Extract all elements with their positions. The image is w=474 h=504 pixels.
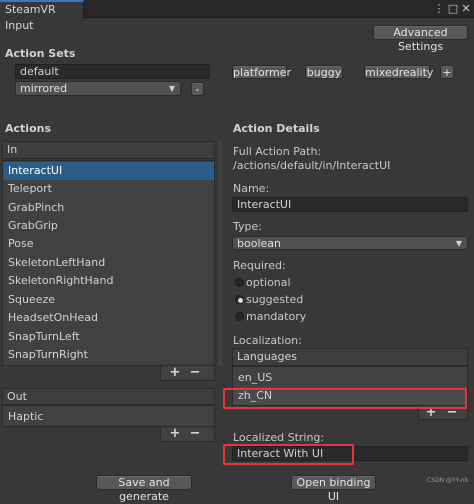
localization-label: Localization: (233, 334, 302, 347)
name-label: Name: (233, 182, 270, 195)
in-action-snapturnright[interactable]: SnapTurnRight (3, 346, 214, 364)
in-action-headsetonhead[interactable]: HeadsetOnHead (3, 309, 214, 327)
in-list-footer: + − (160, 366, 215, 381)
type-label: Type: (233, 220, 262, 233)
remove-action-set-button[interactable]: - (191, 82, 204, 96)
advanced-settings-button[interactable]: Advanced Settings (373, 25, 468, 53)
out-action-haptic[interactable]: Haptic (3, 408, 214, 426)
in-list-header: In (2, 141, 215, 159)
required-suggested-radio[interactable] (235, 295, 244, 304)
in-action-skeletonrighthand[interactable]: SkeletonRightHand (3, 272, 214, 290)
action-set-mixedreality-button[interactable]: mixedreality (364, 65, 433, 79)
out-actions-list: Haptic (2, 405, 215, 427)
required-mandatory-label: mandatory (246, 310, 307, 323)
action-sets-header: Action Sets (5, 47, 76, 60)
actions-scrollbar[interactable] (218, 141, 223, 366)
action-type-value: boolean (237, 237, 281, 250)
in-action-grabgrip[interactable]: GrabGrip (3, 217, 214, 235)
required-optional-radio[interactable] (235, 278, 244, 287)
required-optional-label: optional (246, 276, 291, 289)
in-action-grabpinch[interactable]: GrabPinch (3, 199, 214, 217)
open-binding-ui-button[interactable]: Open binding UI (291, 475, 376, 503)
watermark: CSDN @YY-nb (427, 477, 469, 484)
action-set-platformer-button[interactable]: platformer (232, 65, 291, 79)
languages-list-header: Languages (232, 348, 468, 366)
zh-cn-highlight-box (223, 388, 467, 409)
action-set-name-field[interactable]: default (15, 64, 210, 79)
in-action-snapturnleft[interactable]: SnapTurnLeft (3, 328, 214, 346)
in-action-squeeze[interactable]: Squeeze (3, 291, 214, 309)
add-out-action-button[interactable]: + (168, 427, 182, 440)
chevron-down-icon: ▼ (455, 239, 462, 248)
kebab-menu-icon[interactable]: ⋮ (433, 2, 445, 16)
action-type-dropdown[interactable]: boolean ▼ (232, 236, 468, 250)
in-action-skeletonlefthand[interactable]: SkeletonLeftHand (3, 254, 214, 272)
chevron-down-icon: ▼ (168, 84, 175, 93)
in-actions-list: InteractUI Teleport GrabPinch GrabGrip P… (2, 160, 215, 366)
required-suggested-label: suggested (246, 293, 304, 306)
action-set-mode-dropdown[interactable]: mirrored ▼ (15, 81, 181, 96)
full-path-label: Full Action Path: (233, 145, 322, 158)
out-list-footer: + − (160, 427, 215, 442)
in-action-pose[interactable]: Pose (3, 235, 214, 253)
localized-string-label: Localized String: (233, 431, 325, 444)
full-path-value: /actions/default/in/InteractUI (233, 159, 391, 172)
remove-in-action-button[interactable]: − (188, 366, 202, 379)
add-in-action-button[interactable]: + (168, 366, 182, 379)
add-action-set-button[interactable]: + (440, 65, 454, 79)
required-mandatory-radio[interactable] (235, 312, 244, 321)
remove-out-action-button[interactable]: − (188, 427, 202, 440)
actions-header: Actions (5, 122, 51, 135)
action-name-field[interactable]: InteractUI (232, 197, 468, 212)
maximize-icon[interactable]: □ (447, 2, 459, 16)
close-icon[interactable]: ✕ (460, 2, 472, 16)
action-set-buggy-button[interactable]: buggy (305, 65, 343, 79)
action-set-mode-value: mirrored (20, 82, 68, 95)
in-action-interactui[interactable]: InteractUI (3, 162, 214, 180)
in-action-teleport[interactable]: Teleport (3, 180, 214, 198)
language-item-en-us[interactable]: en_US (233, 369, 467, 387)
action-details-header: Action Details (233, 122, 320, 135)
out-list-header: Out (2, 388, 215, 405)
localized-string-highlight-box (223, 444, 354, 465)
save-and-generate-button[interactable]: Save and generate (96, 475, 192, 503)
window-tab[interactable]: SteamVR Input (0, 0, 84, 32)
required-label: Required: (233, 259, 286, 272)
